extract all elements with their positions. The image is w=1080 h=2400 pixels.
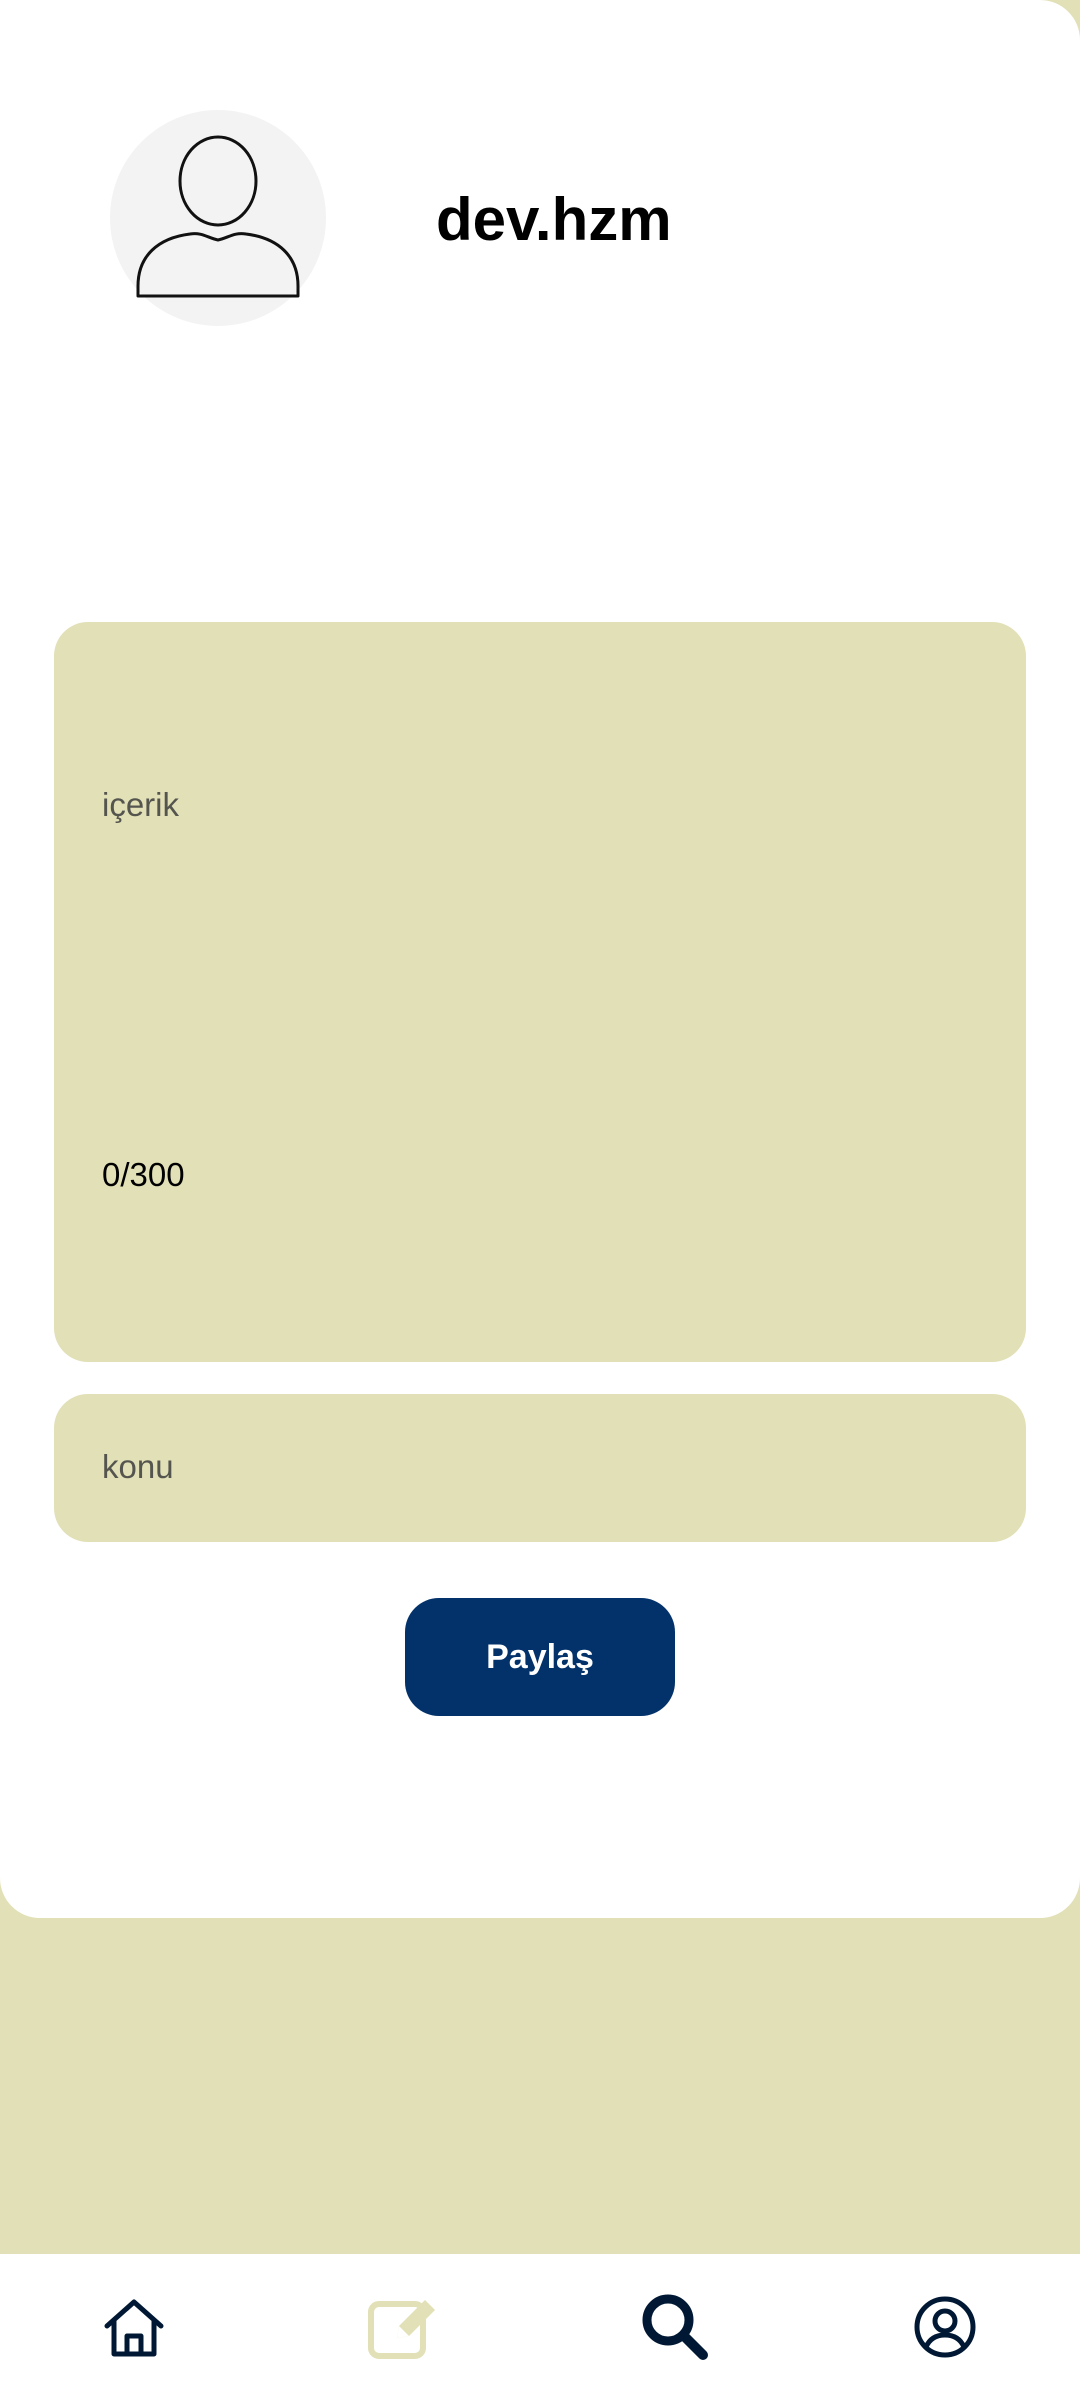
edit-icon — [368, 2300, 435, 2359]
home-icon — [104, 2299, 164, 2357]
search-icon — [642, 2294, 708, 2360]
topic-placeholder: konu — [102, 1448, 174, 1485]
user-placeholder-icon — [136, 135, 300, 298]
topic-input[interactable]: konu — [54, 1394, 1026, 1542]
nav-profile[interactable] — [875, 2254, 1015, 2400]
share-button[interactable]: Paylaş — [405, 1598, 675, 1716]
nav-search[interactable] — [605, 2254, 745, 2400]
avatar[interactable] — [110, 110, 326, 326]
char-counter: 0/300 — [102, 1156, 185, 1193]
content-textarea[interactable]: içerik 0/300 — [54, 622, 1026, 1362]
content-placeholder: içerik — [102, 786, 180, 823]
username: dev.hzm — [436, 186, 672, 253]
nav-home[interactable] — [64, 2254, 204, 2400]
profile-card: dev.hzm içerik 0/300 konu Paylaş — [0, 0, 1080, 1918]
nav-new-post[interactable] — [335, 2254, 475, 2400]
bottom-nav — [0, 2254, 1080, 2400]
profile-icon — [914, 2296, 976, 2358]
